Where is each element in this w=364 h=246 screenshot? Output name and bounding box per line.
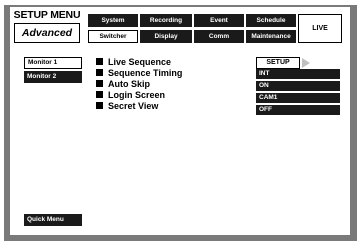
setting-label-text: Sequence Timing <box>108 68 183 78</box>
setting-label-text: Login Screen <box>108 90 166 100</box>
page-subtitle: Advanced <box>14 23 80 43</box>
tab-display[interactable]: Display <box>140 30 192 43</box>
quick-menu-button[interactable]: Quick Menu <box>24 214 82 226</box>
tab-schedule[interactable]: Schedule <box>246 14 296 27</box>
login-screen-select[interactable]: CAM1 <box>256 93 340 103</box>
bullet-square-icon <box>96 69 103 76</box>
live-button[interactable]: LIVE <box>298 14 342 43</box>
tab-comm[interactable]: Comm <box>194 30 244 43</box>
tab-recording[interactable]: Recording <box>140 14 192 27</box>
tab-event[interactable]: Event <box>194 14 244 27</box>
bullet-square-icon <box>96 80 103 87</box>
sidebar-item-monitor-1[interactable]: Monitor 1 <box>24 57 82 69</box>
setting-label-live-sequence: Live Sequence <box>96 57 171 68</box>
bullet-square-icon <box>96 91 103 98</box>
setting-label-text: Live Sequence <box>108 57 172 67</box>
setting-label-text: Auto Skip <box>108 79 150 89</box>
secret-view-select[interactable]: OFF <box>256 105 340 115</box>
tab-switcher[interactable]: Switcher <box>88 30 138 43</box>
setting-label-text: Secret View <box>108 101 159 111</box>
tab-maintenance[interactable]: Maintenance <box>246 30 296 43</box>
auto-skip-select[interactable]: ON <box>256 81 340 91</box>
menu-title-block: SETUP MENU Advanced <box>12 9 82 45</box>
bullet-square-icon <box>96 58 103 65</box>
setting-label-sequence-timing: Sequence Timing <box>96 68 182 79</box>
arrow-right-icon <box>302 58 310 68</box>
setting-label-auto-skip: Auto Skip <box>96 79 150 90</box>
bullet-square-icon <box>96 102 103 109</box>
live-sequence-setup-button[interactable]: SETUP <box>256 57 300 69</box>
tab-system[interactable]: System <box>88 14 138 27</box>
sequence-timing-select[interactable]: INT <box>256 69 340 79</box>
page-title: SETUP MENU <box>13 9 81 21</box>
sidebar-item-monitor-2[interactable]: Monitor 2 <box>24 71 82 83</box>
setting-label-login-screen: Login Screen <box>96 90 165 101</box>
setting-label-secret-view: Secret View <box>96 101 158 112</box>
